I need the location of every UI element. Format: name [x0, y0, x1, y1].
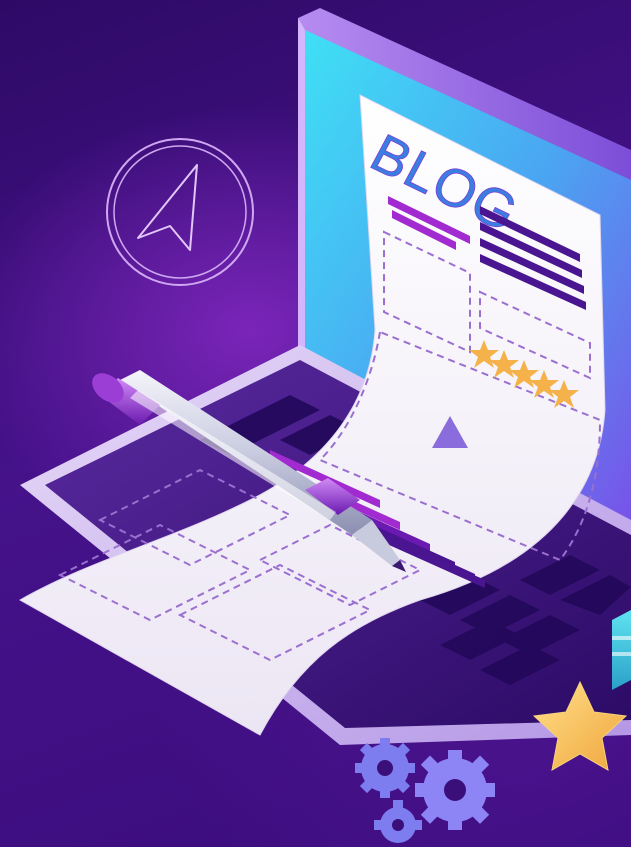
- gear-icon: [415, 750, 495, 830]
- book-stack: [612, 610, 631, 690]
- gear-icon: [355, 738, 415, 798]
- illustration-canvas: BLOG: [18, 8, 631, 843]
- compass-cursor-icon: [106, 138, 254, 286]
- blog-illustration: BLOG: [0, 0, 631, 847]
- gear-icon: [374, 800, 422, 843]
